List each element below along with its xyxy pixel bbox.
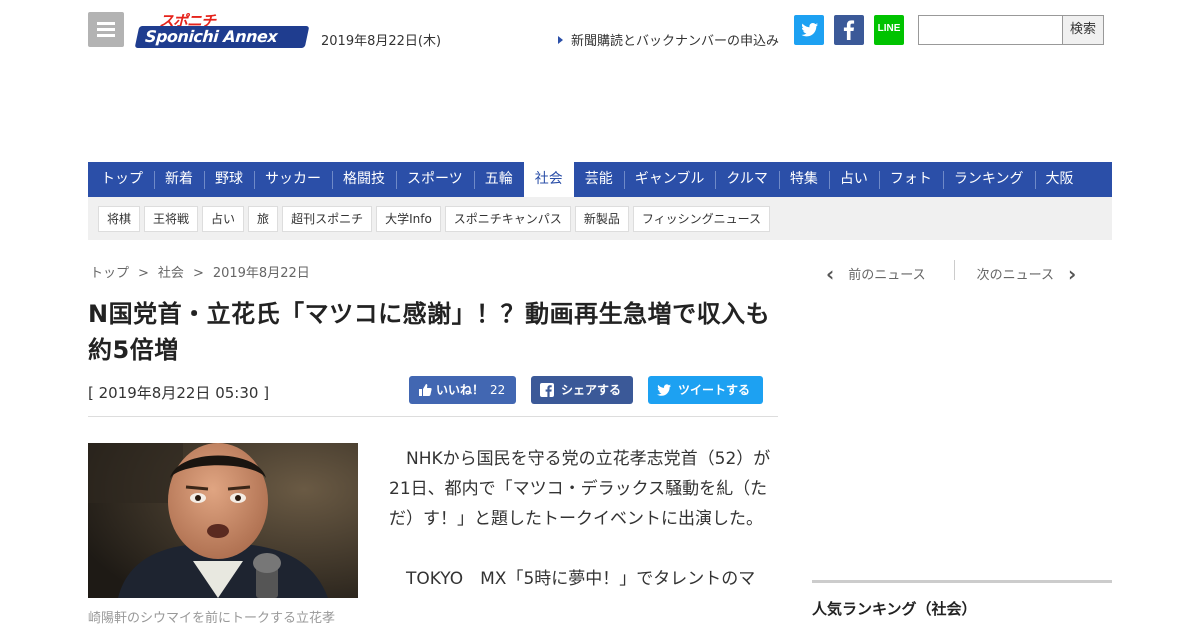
breadcrumb: トップ > 社会 >2019年8月22日 [90, 262, 310, 281]
logo-main-text: Sponichi Annex [144, 27, 278, 46]
nav-item[interactable]: 五輪 [473, 162, 524, 197]
twitter-icon[interactable] [794, 15, 824, 45]
breadcrumb-date[interactable]: 2019年8月22日 [213, 266, 310, 281]
article-paragraph: NHKから国民を守る党の立花孝志党首（52）が21日、都内で「マツコ・デラックス… [389, 449, 771, 529]
nav-item[interactable]: フォト [878, 162, 943, 197]
subnav-item[interactable]: 将棋 [98, 206, 141, 232]
hamburger-menu-icon[interactable] [88, 12, 124, 47]
subscribe-link[interactable]: 新聞購読とバックナンバーの申込み [558, 30, 779, 49]
subnav-item[interactable]: 占い [202, 206, 245, 232]
article-headline: N国党首・立花氏「マツコに感謝」！？動画再生急増で収入も約5倍増 [88, 300, 771, 364]
like-label: いいね！ [436, 383, 485, 397]
nav-item[interactable]: クルマ [715, 162, 779, 197]
nav-item[interactable]: 大阪 [1034, 162, 1085, 197]
header-date: 2019年8月22日(木) [321, 34, 442, 49]
nav-item[interactable]: トップ [90, 162, 154, 197]
subnav-item[interactable]: 大学Info [376, 206, 441, 232]
breadcrumb-separator: > [138, 266, 149, 281]
search-input[interactable] [918, 15, 1063, 45]
facebook-share-label: シェアする [561, 383, 622, 397]
like-count: 22 [490, 383, 506, 397]
like-button[interactable]: いいね！ 22 [409, 376, 516, 404]
pager-divider [953, 260, 955, 280]
subnav-item[interactable]: フィッシングニュース [632, 206, 770, 232]
facebook-share-button[interactable]: シェアする [531, 376, 633, 404]
search-button[interactable]: 検索 [1062, 15, 1104, 45]
publish-date: [ 2019年8月22日 05:30 ] [88, 384, 270, 402]
ranking-divider [812, 580, 1112, 583]
main-nav: トップ 新着 野球 サッカー 格闘技 スポーツ 五輪 社会 芸能 ギャンブル クルマ 特集 占い フォトラ… [88, 162, 1112, 197]
nav-item[interactable]: サッカー [254, 162, 332, 197]
article-body: NHKから国民を守る党の立花孝志党首（52）が21日、都内で「マツコ・デラックス… [389, 444, 779, 624]
article-paragraph: TOKYO MX「5時に夢中！」でタレントのマ [406, 569, 756, 589]
thumbs-up-icon [419, 384, 432, 396]
next-news-link[interactable]: 次のニュース [977, 262, 1077, 286]
twitter-icon [657, 384, 671, 396]
article-photo[interactable] [88, 443, 358, 598]
line-icon[interactable]: LINE [874, 15, 904, 45]
nav-item[interactable]: 特集 [778, 162, 829, 197]
subnav-item[interactable]: 超刊スポニチ [282, 206, 373, 232]
article-pager: 前のニュース 次のニュース [826, 260, 1077, 286]
nav-item[interactable]: 新着 [154, 162, 204, 197]
photo-caption: 崎陽軒のシウマイを前にトークする立花孝 [88, 611, 336, 626]
breadcrumb-separator: > [192, 266, 204, 281]
nav-item[interactable]: 野球 [204, 162, 254, 197]
subnav-item[interactable]: 新製品 [574, 206, 629, 232]
subnav-item[interactable]: 旅 [248, 206, 279, 232]
nav-item[interactable]: 格闘技 [332, 162, 396, 197]
facebook-icon[interactable] [834, 15, 864, 45]
nav-item[interactable]: 社会 [523, 162, 574, 197]
breadcrumb-category[interactable]: 社会 [158, 266, 184, 281]
divider [88, 416, 778, 417]
nav-item[interactable]: 占い [828, 162, 879, 197]
nav-item[interactable]: 芸能 [574, 162, 624, 197]
tweet-button[interactable]: ツイートする [648, 376, 763, 404]
prev-news-link[interactable]: 前のニュース [826, 262, 925, 286]
ranking-title: 人気ランキング（社会） [812, 600, 977, 618]
nav-item[interactable]: ギャンブル [623, 162, 716, 197]
nav-item[interactable]: ランキング [942, 162, 1035, 197]
sub-nav: 将棋 王将戦 占い旅超刊スポニチ 大学Info スポニチキャンパス 新製品 フィッシングニュ… [88, 197, 1112, 240]
tweet-label: ツイートする [678, 383, 751, 397]
subnav-item[interactable]: スポニチキャンパス [444, 206, 571, 232]
subnav-item[interactable]: 王将戦 [144, 206, 199, 232]
nav-item[interactable]: スポーツ [396, 162, 474, 197]
facebook-icon [540, 383, 554, 397]
site-logo[interactable]: スポニチ Sponichi Annex [134, 12, 310, 50]
breadcrumb-top[interactable]: トップ [90, 266, 129, 281]
